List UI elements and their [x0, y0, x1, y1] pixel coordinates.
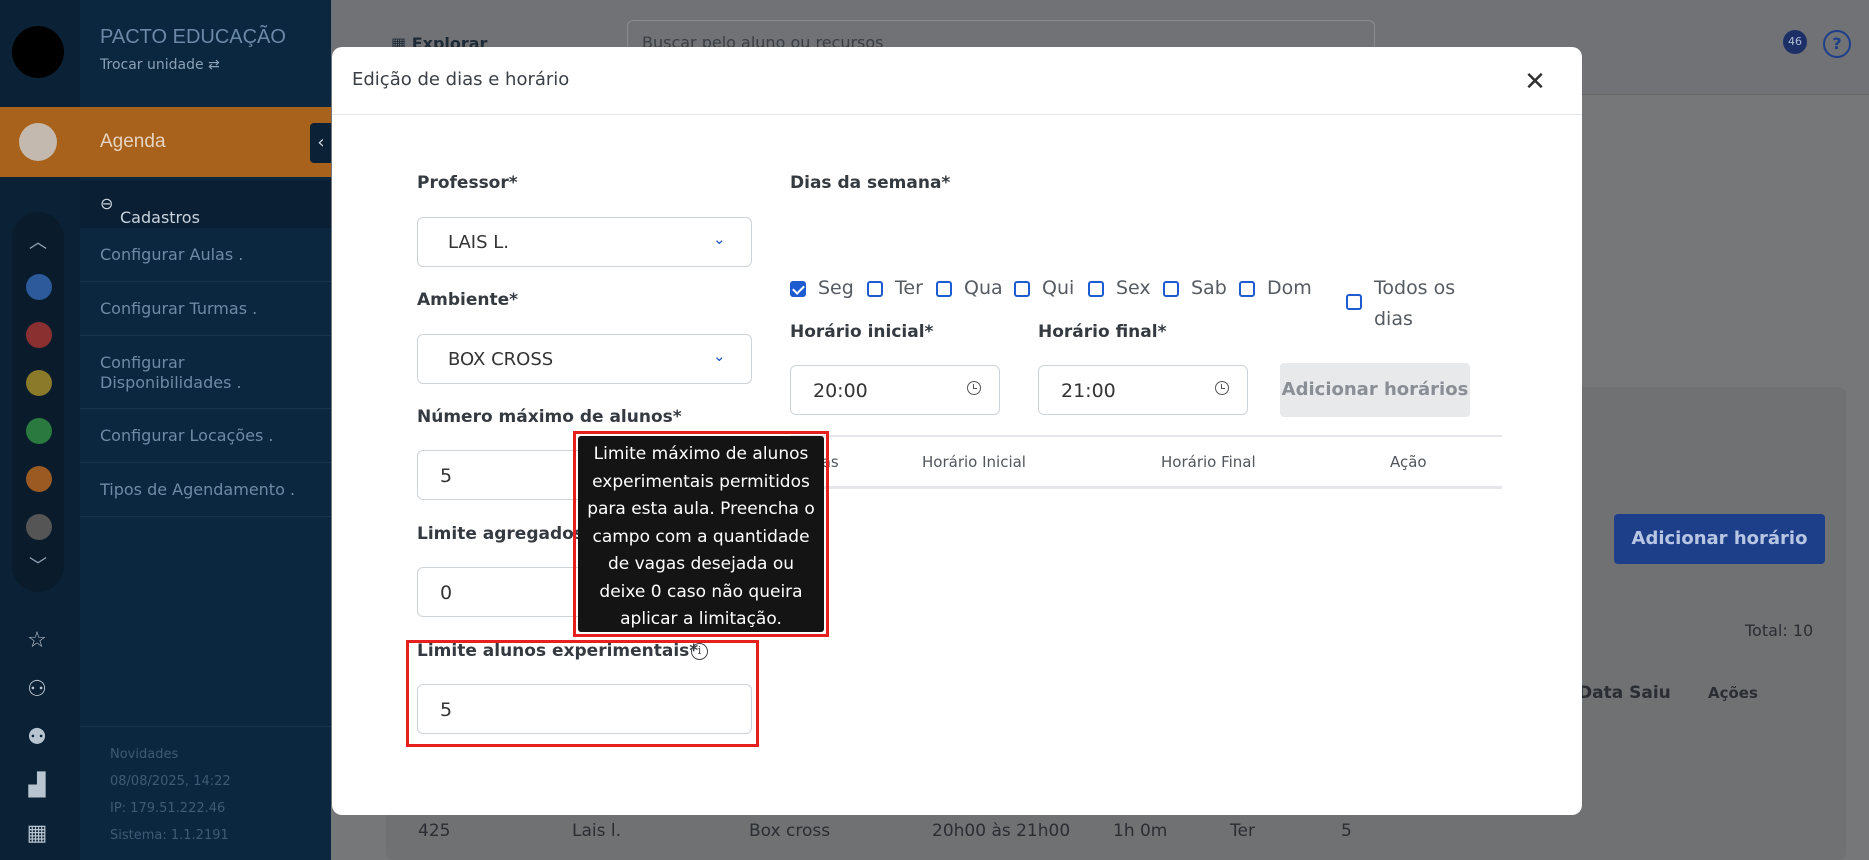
row-cell: Box cross [749, 821, 831, 841]
column-horario-final: Horário Final [1161, 453, 1256, 471]
field-highlight [406, 640, 759, 747]
brand-name: PACTO EDUCAÇÃO [100, 26, 286, 48]
max-alunos-label: Número máximo de alunos* [417, 407, 682, 427]
checkbox [1088, 281, 1104, 297]
column-acao: Ação [1390, 453, 1427, 471]
professor-label: Professor* [417, 173, 518, 193]
checkbox [936, 281, 952, 297]
chevron-down-icon: ⌄ [713, 230, 726, 248]
horario-inicial-value: 20:00 [813, 380, 868, 402]
switch-unit-link[interactable]: Trocar unidade ⇄ [100, 57, 220, 73]
day-label: Qua [964, 277, 1003, 299]
module-icon-4[interactable] [26, 418, 52, 444]
checkbox-checked [790, 281, 806, 297]
agenda-module-header[interactable]: Agenda [80, 107, 331, 177]
professor-value: LAIS L. [448, 232, 509, 253]
news-link[interactable]: Novidades [110, 747, 178, 762]
row-cell: 20h00 às 21h00 [932, 821, 1071, 841]
agenda-module-tile[interactable] [0, 107, 80, 177]
horario-final-input[interactable]: 21:00 [1038, 365, 1248, 415]
sidebar: PACTO EDUCAÇÃO Trocar unidade ⇄ Agenda ‹… [80, 0, 332, 860]
chevron-up-icon[interactable]: ︿ [26, 228, 50, 253]
add-user-icon[interactable]: ⚇ [24, 677, 50, 703]
horario-inicial-label: Horário inicial* [790, 322, 934, 342]
ambiente-label: Ambiente* [417, 290, 519, 310]
star-icon[interactable]: ☆ [24, 628, 50, 654]
row-cell: 5 [1341, 821, 1352, 841]
chevron-down-icon[interactable]: ﹀ [26, 552, 50, 577]
clock-icon [967, 381, 981, 395]
checkbox [1163, 281, 1179, 297]
chart-icon[interactable]: ▟ [24, 773, 50, 799]
close-icon[interactable]: ✕ [1520, 67, 1550, 97]
info-tooltip: Limite máximo de alunos experimentais pe… [578, 436, 824, 632]
ip-text: IP: 179.51.222.46 [110, 801, 226, 816]
horario-final-value: 21:00 [1061, 380, 1116, 402]
add-schedule-button[interactable]: Adicionar horário [1614, 514, 1825, 564]
column-horario-inicial: Horário Inicial [922, 453, 1026, 471]
day-label: Qui [1042, 277, 1075, 299]
horario-inicial-input[interactable]: 20:00 [790, 365, 1000, 415]
max-alunos-value: 5 [440, 465, 453, 487]
limite-agregados-label: Limite agregados* [417, 524, 593, 544]
column-data-saiu: Data Saiu [1578, 683, 1671, 703]
times-table-header: Dias Horário Inicial Horário Final Ação [790, 435, 1502, 489]
ambiente-select[interactable]: BOX CROSS ⌄ [417, 334, 752, 384]
sidebar-item-disponibilidades[interactable]: Configurar Disponibilidades . [80, 337, 331, 409]
column-acoes: Ações [1708, 684, 1758, 702]
clock-icon [1215, 381, 1229, 395]
system-version-text: Sistema: 1.1.2191 [110, 828, 229, 843]
checkbox [1014, 281, 1030, 297]
sidebar-item-aulas[interactable]: Configurar Aulas . [80, 229, 331, 282]
module-icon-2[interactable] [26, 322, 52, 348]
help-icon[interactable]: ? [1823, 30, 1851, 58]
all-days-label-line2: dias [1374, 308, 1413, 330]
section-title: Cadastros [120, 208, 200, 227]
all-days-label-line1: Todos os [1374, 277, 1456, 299]
checkbox [1346, 294, 1362, 310]
chevron-down-icon: ⌄ [713, 347, 726, 365]
checkbox [1239, 281, 1255, 297]
limite-agregados-value: 0 [440, 582, 453, 604]
row-cell: Lais l. [572, 821, 621, 841]
sidebar-item-locacoes[interactable]: Configurar Locações . [80, 410, 331, 463]
module-icon-3[interactable] [26, 370, 52, 396]
sidebar-item-tipos-agendamento[interactable]: Tipos de Agendamento . [80, 464, 331, 517]
modal-title: Edição de dias e horário [352, 69, 570, 90]
checkbox [867, 281, 883, 297]
module-title: Agenda [100, 131, 166, 152]
row-cell: Ter [1230, 821, 1255, 841]
module-icon-5[interactable] [26, 466, 52, 492]
dias-semana-label: Dias da semana* [790, 173, 951, 193]
ambiente-value: BOX CROSS [448, 349, 554, 370]
module-switcher: ︿ ﹀ [12, 212, 64, 592]
add-times-button[interactable]: Adicionar horários [1280, 363, 1470, 417]
module-icon-6[interactable] [26, 514, 52, 540]
day-label: Ter [895, 277, 923, 299]
total-count: Total: 10 [1745, 621, 1814, 640]
module-icon-1[interactable] [26, 274, 52, 300]
day-label: Dom [1267, 277, 1312, 299]
row-cell: 1h 0m [1113, 821, 1168, 841]
calendar-icon[interactable]: ▦ [24, 821, 50, 847]
notifications-badge[interactable]: 46 [1783, 30, 1807, 54]
day-label: Seg [818, 277, 854, 299]
users-icon[interactable]: ⚉ [24, 725, 50, 751]
sidebar-item-turmas[interactable]: Configurar Turmas . [80, 283, 331, 336]
agenda-module-icon [19, 123, 57, 161]
datetime-text: 08/08/2025, 14:22 [110, 774, 231, 789]
back-to-cadastros[interactable]: ⊖ Cadastros [80, 180, 331, 228]
professor-select[interactable]: LAIS L. ⌄ [417, 217, 752, 267]
row-cell: 425 [418, 821, 451, 841]
day-label: Sab [1191, 277, 1227, 299]
day-label: Sex [1116, 277, 1151, 299]
company-logo [12, 26, 64, 78]
system-info: Novidades 08/08/2025, 14:22 IP: 179.51.2… [80, 726, 331, 860]
modal-header: Edição de dias e horário ✕ [332, 47, 1582, 115]
collapse-sidebar-icon[interactable]: ‹ [310, 123, 332, 163]
horario-final-label: Horário final* [1038, 322, 1167, 342]
module-rail: ︿ ﹀ ☆ ⚇ ⚉ ▟ ▦ [0, 0, 80, 860]
